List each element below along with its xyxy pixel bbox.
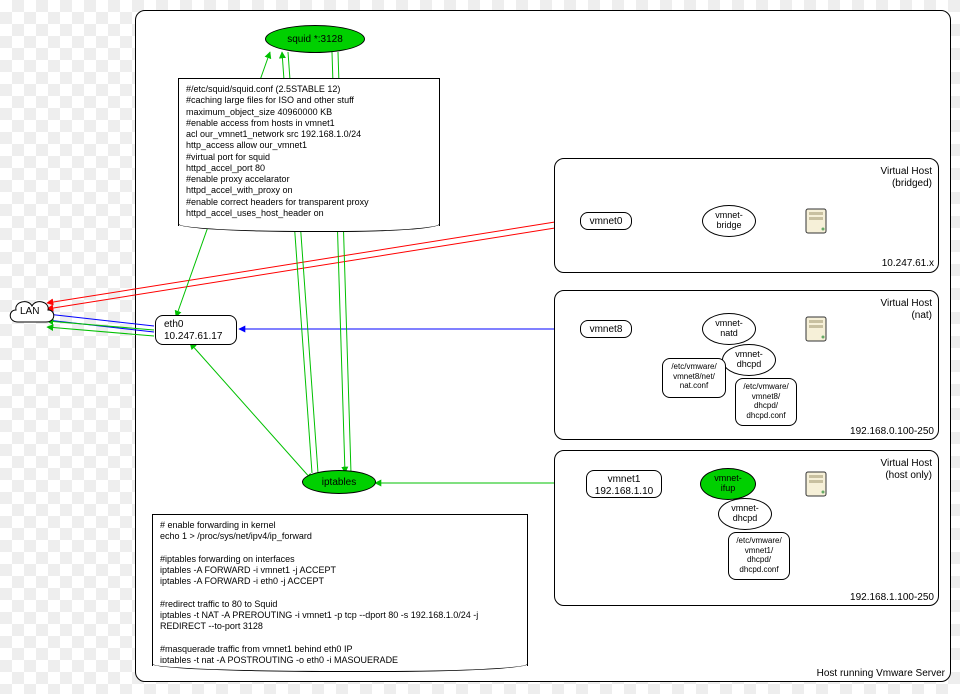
hostonly-dhcpd-node: vmnet- dhcpd [718, 498, 772, 530]
iptables-conf-note: # enable forwarding in kernel echo 1 > /… [152, 514, 528, 666]
diagram-stage: Host running Vmware Server LAN et [0, 0, 960, 694]
vmnet0-node: vmnet0 [580, 212, 632, 230]
hostonly-title: Virtual Host (host only) [876, 458, 932, 481]
hostonly-title-l2: (host only) [876, 470, 932, 482]
lan-label: LAN [20, 306, 39, 318]
hostonly-dhcpconf-note: /etc/vmware/ vmnet1/ dhcpd/ dhcpd.conf [728, 532, 790, 580]
vmnet1-label-l2: 192.168.1.10 [593, 486, 655, 498]
eth0-node: eth0 10.247.61.17 [155, 315, 237, 345]
eth0-ip: 10.247.61.17 [164, 331, 228, 343]
squid-label: squid *:3128 [287, 34, 343, 45]
bridged-title: Virtual Host (bridged) [876, 166, 932, 189]
nat-dhcpd-label: vmnet- dhcpd [735, 350, 763, 370]
vmnet-bridge-label: vmnet- bridge [715, 211, 743, 231]
nat-server-icon [800, 313, 832, 345]
vmnet-natd-node: vmnet- natd [702, 313, 756, 345]
eth0-name: eth0 [164, 319, 228, 331]
vmnet-natd-label: vmnet- natd [715, 319, 743, 339]
vmnet8-node: vmnet8 [580, 320, 632, 338]
bridged-server-icon [800, 205, 832, 237]
hostonly-dhcpd-label: vmnet- dhcpd [731, 504, 759, 524]
bridged-subnet: 10.247.61.x [878, 258, 934, 270]
hostonly-server-icon [800, 468, 832, 500]
vmnet-bridge-node: vmnet- bridge [702, 205, 756, 237]
nat-dhcpconf-note: /etc/vmware/ vmnet8/ dhcpd/ dhcpd.conf [735, 378, 797, 426]
vmnet8-label: vmnet8 [590, 324, 623, 335]
nat-title-l1: Virtual Host [876, 298, 932, 310]
nat-title: Virtual Host (nat) [876, 298, 932, 321]
iptables-label: iptables [322, 477, 356, 488]
vmnet-ifup-label: vmnet- ifup [714, 474, 742, 494]
squid-node: squid *:3128 [265, 25, 365, 53]
hostonly-title-l1: Virtual Host [876, 458, 932, 470]
squid-conf-note: #/etc/squid/squid.conf (2.5STABLE 12) #c… [178, 78, 440, 226]
bridged-title-l2: (bridged) [876, 178, 932, 190]
main-frame-label: Host running Vmware Server [780, 668, 945, 679]
nat-natconf-note: /etc/vmware/ vmnet8/net/ nat.conf [662, 358, 726, 398]
vmnet-ifup-node: vmnet- ifup [700, 468, 756, 500]
nat-title-l2: (nat) [876, 310, 932, 322]
hostonly-subnet: 192.168.1.100-250 [834, 592, 934, 604]
vmnet0-label: vmnet0 [590, 216, 623, 227]
bridged-title-l1: Virtual Host [876, 166, 932, 178]
nat-subnet: 192.168.0.100-250 [834, 426, 934, 438]
iptables-node: iptables [302, 470, 376, 494]
vmnet1-label-l1: vmnet1 [593, 474, 655, 486]
nat-dhcpd-node: vmnet- dhcpd [722, 344, 776, 376]
vmnet1-node: vmnet1 192.168.1.10 [586, 470, 662, 498]
